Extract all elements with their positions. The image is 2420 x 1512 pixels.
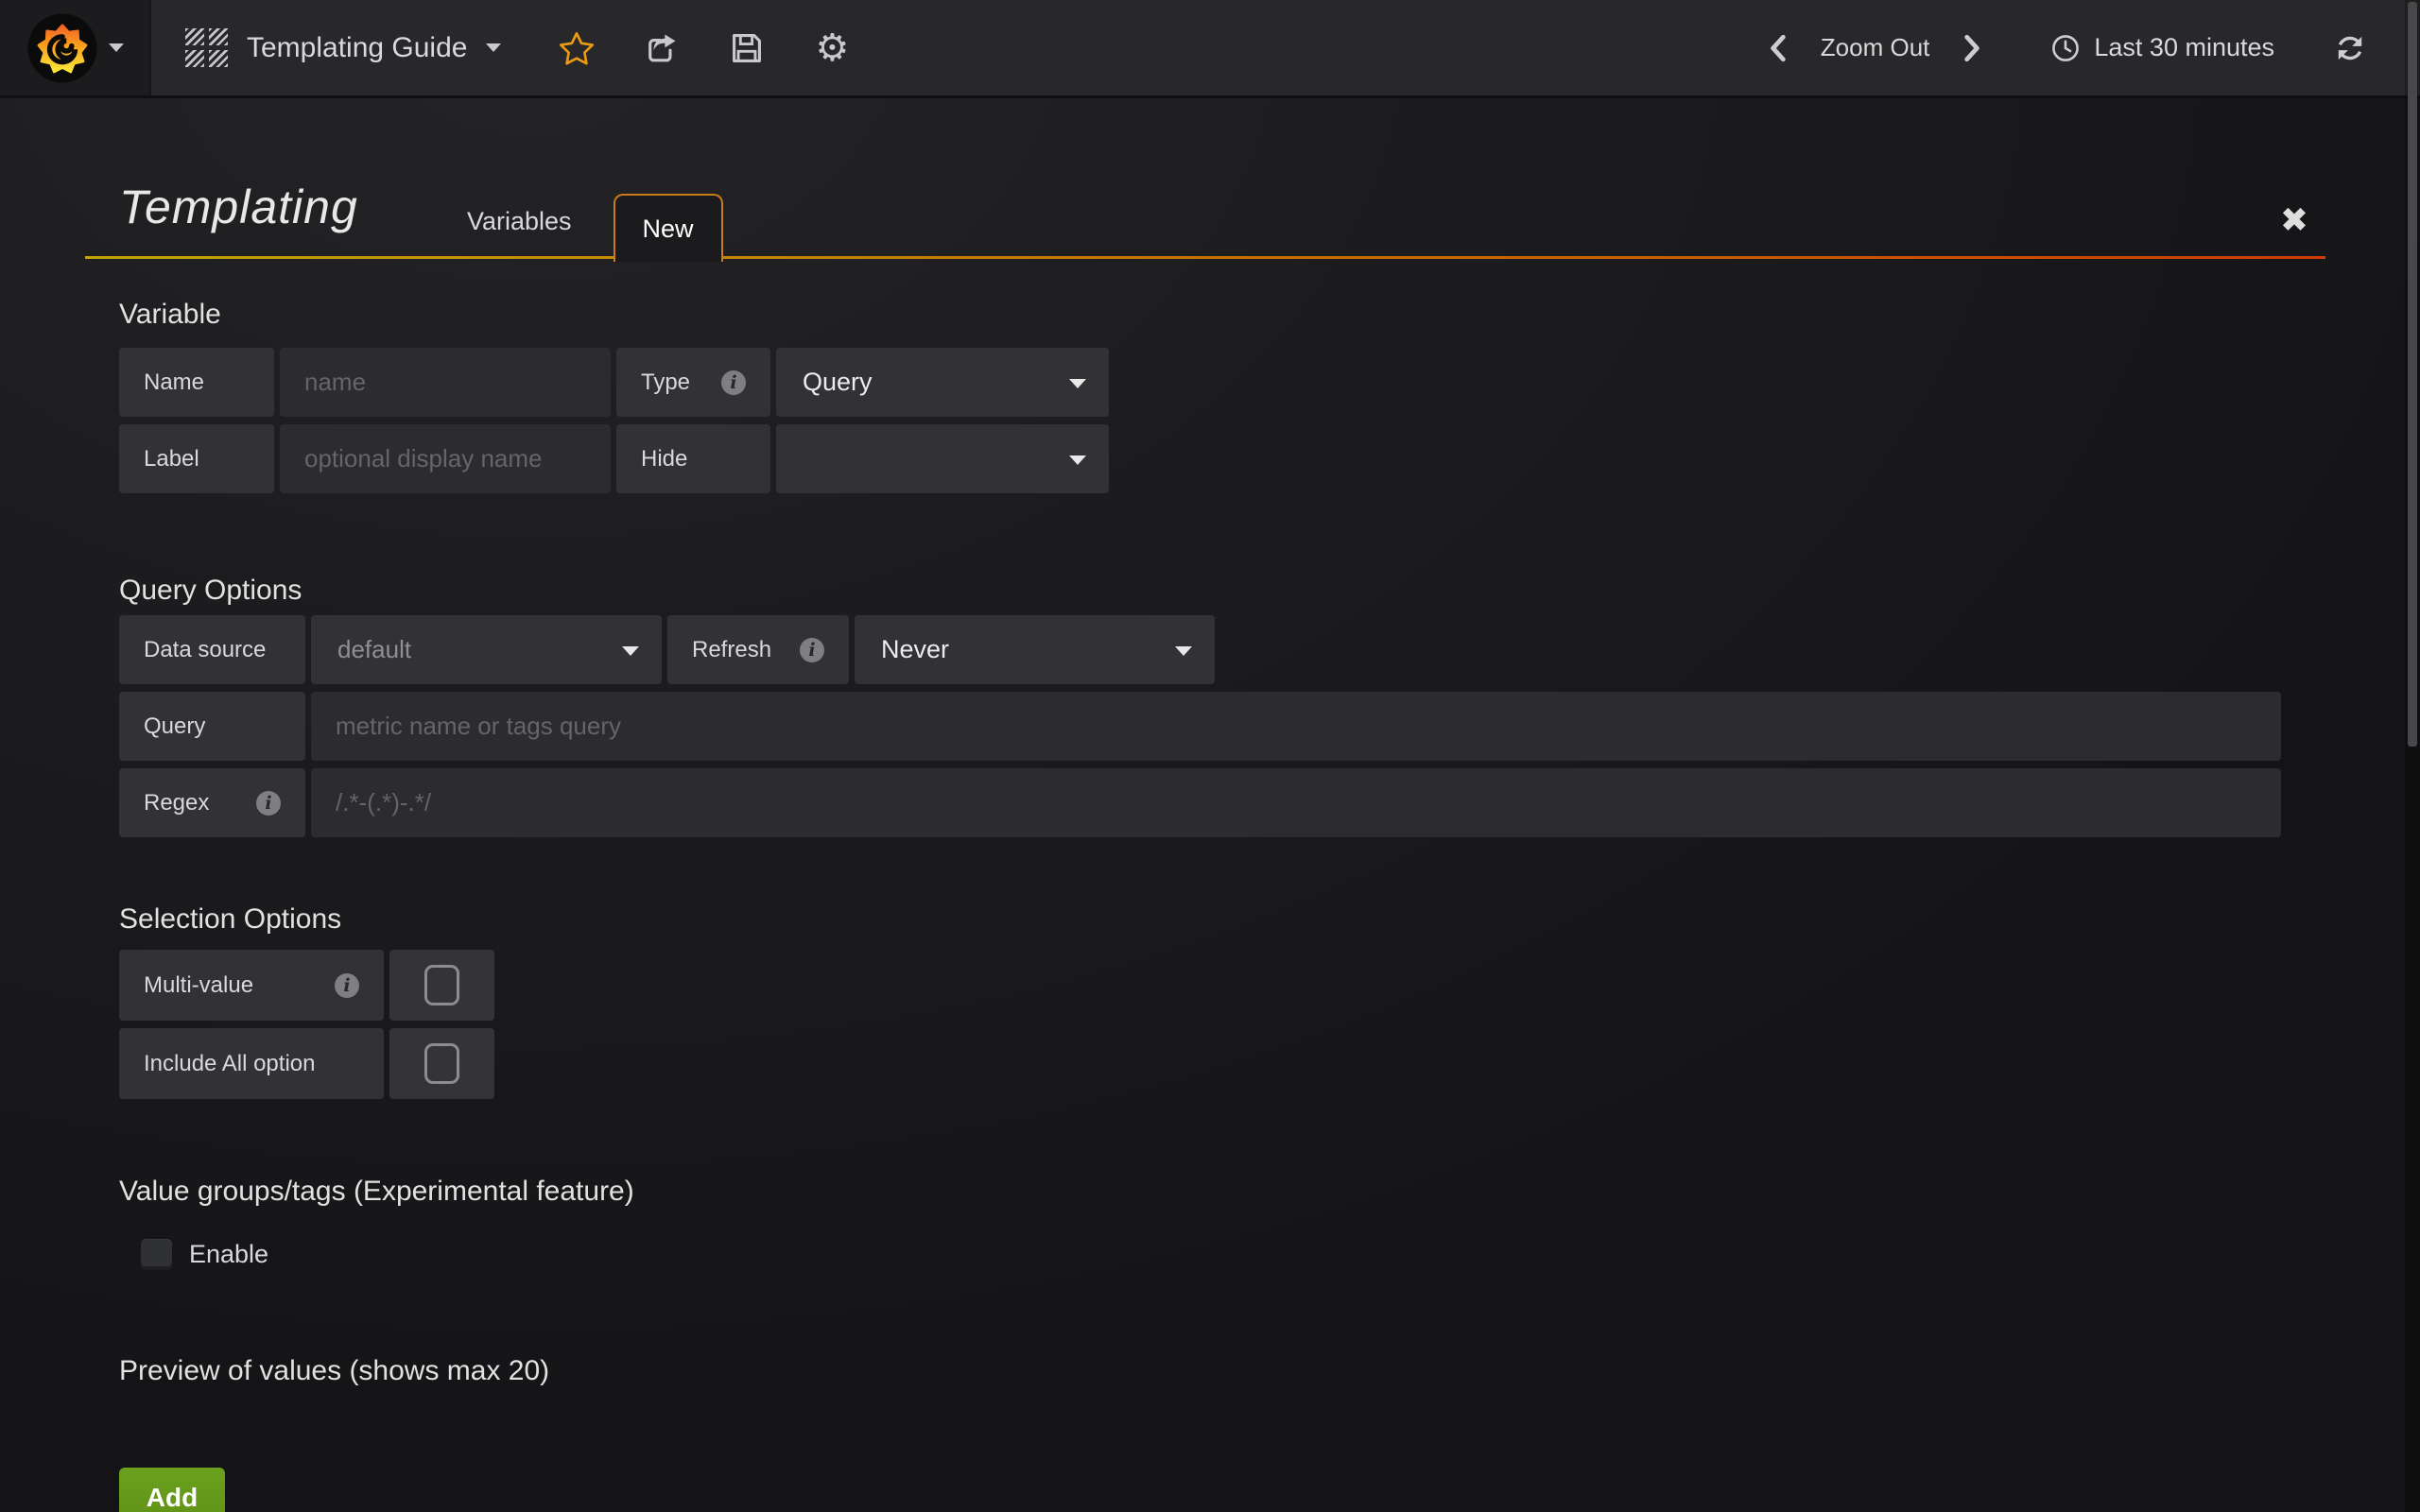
type-label-text: Type	[641, 369, 690, 396]
include-all-label: Include All option	[119, 1028, 384, 1099]
time-range-label: Last 30 minutes	[2094, 33, 2274, 62]
label-label: Label	[119, 424, 274, 493]
info-icon[interactable]: i	[256, 791, 281, 816]
enable-checkbox[interactable]	[141, 1239, 172, 1270]
include-all-row: Include All option	[119, 1028, 2325, 1099]
refresh-label-text: Refresh	[692, 637, 771, 663]
page-scrollbar[interactable]	[2405, 0, 2420, 1512]
preview-heading: Preview of values (shows max 20)	[119, 1355, 2325, 1387]
scrollbar-thumb[interactable]	[2408, 2, 2417, 747]
variable-label-row: Label Hide	[119, 424, 2325, 493]
query-options-rows: Data source default Refresh i Never Quer…	[119, 615, 2325, 837]
refresh-select[interactable]: Never	[855, 615, 1215, 684]
chevron-right-icon[interactable]	[1956, 31, 1988, 65]
query-input[interactable]	[311, 692, 2281, 761]
chevron-down-icon	[109, 43, 124, 52]
query-options-heading: Query Options	[119, 575, 2325, 607]
dashboard-title-dropdown[interactable]: Templating Guide	[151, 0, 535, 95]
star-icon[interactable]	[558, 29, 596, 67]
chevron-down-icon	[486, 43, 501, 52]
tabs: Variables New	[425, 194, 723, 259]
checkbox-outline-icon	[424, 965, 459, 1005]
variable-name-row: Name Type i Query	[119, 348, 2325, 417]
page-title: Templating	[119, 180, 358, 234]
clock-icon	[2050, 33, 2081, 63]
dashboard-action-icons: ⚙	[535, 29, 851, 67]
regex-input[interactable]	[311, 768, 2281, 837]
dashboard-icon	[185, 28, 228, 67]
tab-header: Templating Variables New ✖	[85, 95, 2325, 259]
include-all-checkbox[interactable]	[389, 1028, 494, 1099]
close-icon[interactable]: ✖	[2280, 204, 2308, 238]
data-source-label: Data source	[119, 615, 305, 684]
datasource-row: Data source default Refresh i Never	[119, 615, 2325, 684]
info-icon[interactable]: i	[721, 370, 746, 395]
selection-options-rows: Multi-value i Include All option	[119, 950, 2325, 1099]
selection-options-heading: Selection Options	[119, 903, 2325, 936]
dashboard-title: Templating Guide	[247, 32, 467, 64]
checkbox-outline-icon	[424, 1043, 459, 1084]
regex-label-text: Regex	[144, 790, 209, 816]
grafana-logo-icon	[26, 11, 99, 85]
multi-value-label: Multi-value i	[119, 950, 384, 1021]
chevron-left-icon[interactable]	[1762, 31, 1794, 65]
data-source-select[interactable]: default	[311, 615, 662, 684]
time-controls: Zoom Out Last 30 minutes	[1762, 31, 2420, 65]
add-button[interactable]: Add	[119, 1468, 225, 1512]
info-icon[interactable]: i	[800, 638, 824, 662]
templating-editor: Templating Variables New ✖ Variable Name…	[85, 95, 2325, 1512]
zoom-out-button[interactable]: Zoom Out	[1821, 33, 1930, 62]
name-label: Name	[119, 348, 274, 417]
hide-label: Hide	[616, 424, 770, 493]
type-select[interactable]: Query	[776, 348, 1109, 417]
gear-icon[interactable]: ⚙	[813, 29, 851, 67]
grafana-menu-button[interactable]	[0, 0, 151, 95]
share-icon[interactable]	[643, 29, 681, 67]
variable-rows: Name Type i Query Label Hide	[119, 348, 2325, 493]
variable-section-heading: Variable	[119, 299, 2325, 331]
grafana-screen: Templating Guide	[0, 0, 2420, 1512]
tab-new[interactable]: New	[614, 194, 723, 262]
multi-value-checkbox[interactable]	[389, 950, 494, 1021]
enable-label: Enable	[189, 1240, 268, 1269]
top-navbar: Templating Guide	[0, 0, 2420, 98]
hide-select[interactable]	[776, 424, 1109, 493]
label-input[interactable]	[280, 424, 611, 493]
query-label: Query	[119, 692, 305, 761]
name-input[interactable]	[280, 348, 611, 417]
multi-value-row: Multi-value i	[119, 950, 2325, 1021]
info-icon[interactable]: i	[335, 973, 359, 998]
tab-variables[interactable]: Variables	[425, 207, 614, 259]
time-range-picker[interactable]: Last 30 minutes	[2050, 33, 2274, 63]
regex-label: Regex i	[119, 768, 305, 837]
query-row: Query	[119, 692, 2325, 761]
value-groups-heading: Value groups/tags (Experimental feature)	[119, 1176, 2325, 1208]
refresh-label: Refresh i	[667, 615, 849, 684]
regex-row: Regex i	[119, 768, 2325, 837]
multi-value-label-text: Multi-value	[144, 972, 253, 999]
type-label: Type i	[616, 348, 770, 417]
refresh-icon[interactable]	[2333, 31, 2367, 65]
save-icon[interactable]	[728, 29, 766, 67]
enable-row: Enable	[141, 1239, 2325, 1270]
